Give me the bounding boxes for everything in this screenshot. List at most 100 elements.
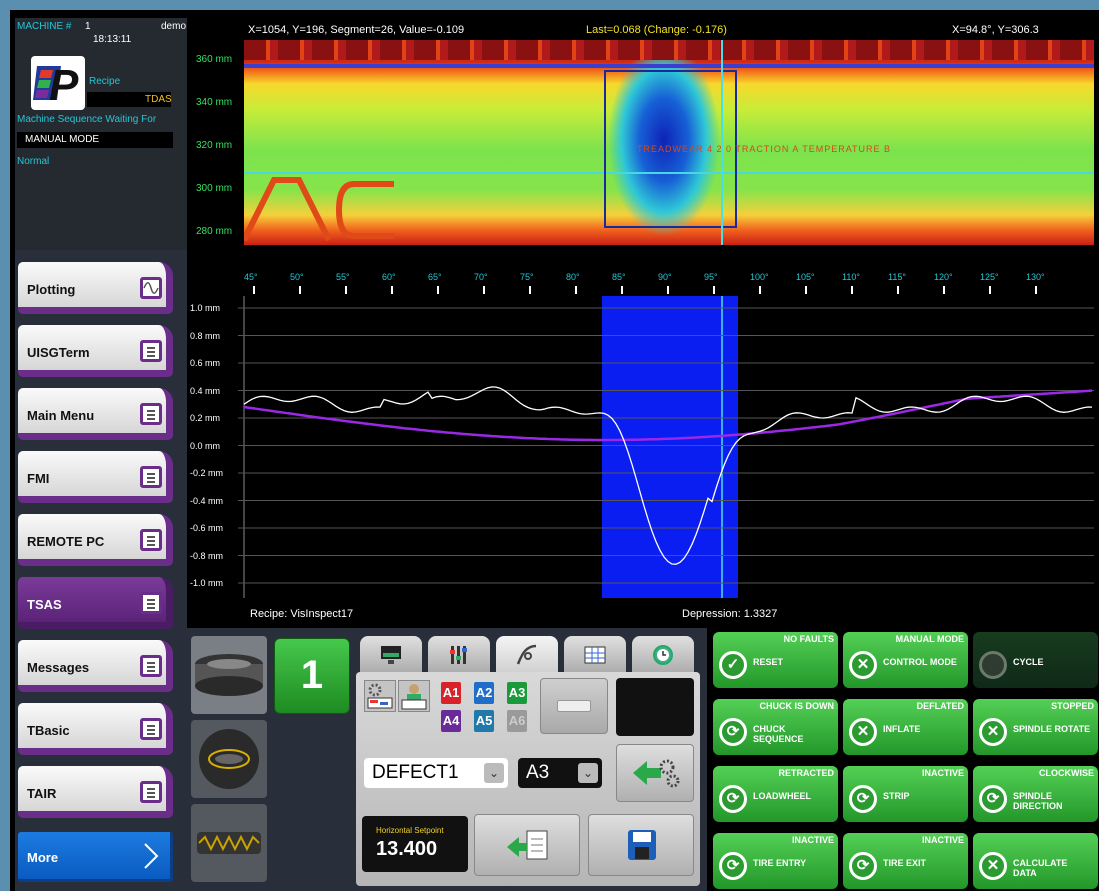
analysis-a6-button[interactable]: A6: [507, 710, 527, 732]
spindle-direction-button[interactable]: CLOCKWISE ⟳ SPINDLE DIRECTION: [973, 766, 1098, 822]
x-tick-mark: [299, 286, 301, 294]
operation-label: LOADWHEEL: [753, 791, 811, 801]
analysis-a1-button[interactable]: A1: [441, 682, 461, 704]
station-number-button[interactable]: 1: [274, 638, 350, 714]
inflate-button[interactable]: DEFLATED ✕ INFLATE: [843, 699, 968, 755]
chevron-down-icon: ⌄: [578, 763, 598, 783]
cycle-button[interactable]: CYCLE: [973, 632, 1098, 688]
spindle-rotate-button[interactable]: STOPPED ✕ SPINDLE ROTATE: [973, 699, 1098, 755]
user-name: demo: [161, 21, 187, 32]
document-icon: [140, 592, 162, 614]
nav-remote-pc[interactable]: REMOTE PC: [18, 514, 173, 566]
tire-view-tread[interactable]: [191, 804, 267, 882]
analysis-a5-button[interactable]: A5: [474, 710, 494, 732]
nav-uisgterm[interactable]: UISGTerm: [18, 325, 173, 377]
x-tick-mark: [1035, 286, 1037, 294]
control-mode-button[interactable]: MANUAL MODE ✕ CONTROL MODE: [843, 632, 968, 688]
nav-main-menu[interactable]: Main Menu: [18, 388, 173, 440]
calculate-data-button[interactable]: ✕ CALCULATE DATA: [973, 833, 1098, 889]
x-tick-mark: [621, 286, 623, 294]
x-tick-mark: [575, 286, 577, 294]
operation-label: CALCULATE DATA: [1013, 858, 1068, 878]
x-tick-mark: [713, 286, 715, 294]
operation-status: STOPPED: [1051, 701, 1094, 711]
nav-messages[interactable]: Messages: [18, 640, 173, 692]
tire-view-side[interactable]: [191, 720, 267, 798]
apply-settings-button[interactable]: [616, 744, 694, 802]
strip-button[interactable]: INACTIVE ⟳ STRIP: [843, 766, 968, 822]
angle-readout: X=94.8°, Y=306.3: [952, 24, 1039, 36]
operation-label: SPINDLE ROTATE: [1013, 724, 1091, 734]
analysis-select[interactable]: A3 ⌄: [518, 758, 602, 788]
nav-label: UISGTerm: [27, 345, 90, 360]
operation-label: CYCLE: [1013, 657, 1044, 667]
nav-label: TBasic: [27, 723, 70, 738]
document-icon: [140, 529, 162, 551]
y-label: 300 mm: [196, 183, 233, 194]
analysis-a4-button[interactable]: A4: [441, 710, 461, 732]
x-tick-mark: [759, 286, 761, 294]
circle-icon: [979, 651, 1007, 679]
profile-y-label: -0.2 mm: [190, 468, 224, 478]
loadwheel-button[interactable]: RETRACTED ⟳ LOADWHEEL: [713, 766, 838, 822]
defect-select[interactable]: DEFECT1 ⌄: [364, 758, 508, 788]
nav-tbasic[interactable]: TBasic: [18, 703, 173, 755]
defect-select-value: DEFECT1: [372, 762, 459, 783]
settings-grid-button[interactable]: [364, 680, 396, 712]
x-tick-label: 130°: [1026, 272, 1045, 282]
refresh-icon: ⟳: [849, 852, 877, 880]
operation-label: TIRE ENTRY: [753, 858, 807, 868]
profile-y-label: 0.4 mm: [190, 385, 221, 396]
profile-plot[interactable]: [186, 296, 1094, 606]
x-tick-mark: [943, 286, 945, 294]
monitor-icon: [381, 646, 401, 664]
x-tick-mark: [851, 286, 853, 294]
mode-value: MANUAL MODE: [25, 134, 100, 145]
blank-action-button[interactable]: [540, 678, 608, 734]
nav-tsas[interactable]: TSAS: [18, 577, 173, 629]
nav-label: FMI: [27, 471, 50, 486]
nav-label: REMOTE PC: [27, 534, 105, 549]
nav-tair[interactable]: TAIR: [18, 766, 173, 818]
tab-display[interactable]: [360, 636, 422, 676]
logo-letter: P: [49, 61, 79, 110]
tire-view-top[interactable]: [191, 636, 267, 714]
x-tick-label: 95°: [704, 272, 718, 282]
probe-icon: [516, 644, 537, 665]
tab-history[interactable]: [632, 636, 694, 676]
refresh-icon: ⟳: [719, 718, 747, 746]
x-tick-mark: [989, 286, 991, 294]
tab-data[interactable]: [564, 636, 626, 676]
reset-button[interactable]: NO FAULTS ✓ RESET: [713, 632, 838, 688]
arrow-gears-icon: [633, 759, 680, 788]
tire-surface-heatmap[interactable]: TREADWEAR 4 2 0 TRACTION A TEMPERATURE B: [244, 40, 1094, 245]
analysis-a3-button[interactable]: A3: [507, 682, 527, 704]
tire-entry-button[interactable]: INACTIVE ⟳ TIRE ENTRY: [713, 833, 838, 889]
x-tick-mark: [391, 286, 393, 294]
profile-y-label: 0.6 mm: [190, 358, 221, 368]
analysis-a2-button[interactable]: A2: [474, 682, 494, 704]
x-tick-mark: [897, 286, 899, 294]
operation-status: INACTIVE: [791, 835, 834, 845]
load-document-button[interactable]: [474, 814, 580, 876]
x-tick-label: 70°: [474, 272, 488, 282]
operation-label: CONTROL MODE: [883, 657, 957, 667]
user-grid-button[interactable]: [398, 680, 430, 712]
tire-exit-button[interactable]: INACTIVE ⟳ TIRE EXIT: [843, 833, 968, 889]
save-button[interactable]: [588, 814, 694, 876]
company-logo: P: [31, 56, 85, 110]
more-button[interactable]: More: [18, 832, 173, 882]
chuck-sequence-button[interactable]: CHUCK IS DOWN ⟳ CHUCK SEQUENCE: [713, 699, 838, 755]
x-tick-mark: [667, 286, 669, 294]
nav-label: Plotting: [27, 282, 76, 297]
sidewall-text: TREADWEAR 4 2 0 TRACTION A TEMPERATURE B: [637, 144, 892, 154]
tread-icon: [197, 832, 261, 854]
x-tick-label: 110°: [842, 272, 860, 282]
nav-plotting[interactable]: Plotting: [18, 262, 173, 314]
nav-fmi[interactable]: FMI: [18, 451, 173, 503]
x-tick-mark: [805, 286, 807, 294]
refresh-icon: ⟳: [849, 785, 877, 813]
operation-label: STRIP: [883, 791, 910, 801]
tab-adjust[interactable]: [428, 636, 490, 676]
x-icon: ✕: [979, 718, 1007, 746]
